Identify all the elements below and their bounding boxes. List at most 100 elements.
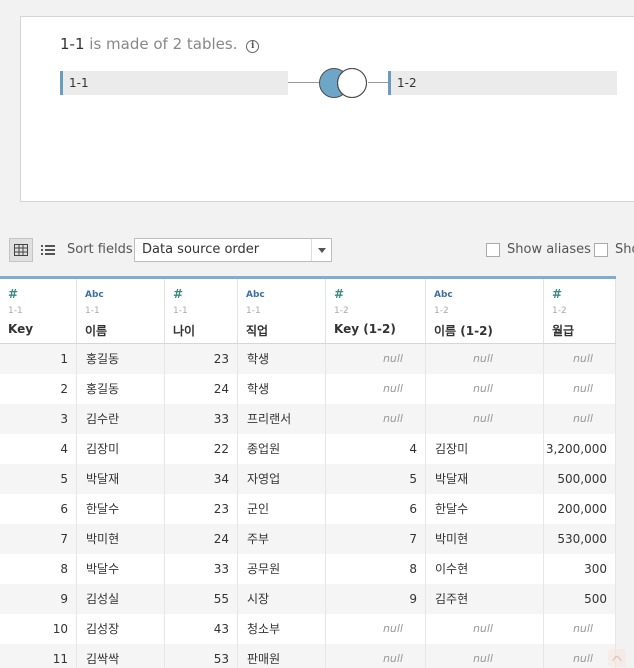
table-row: 2 홍길동 24 학생 null null null bbox=[0, 374, 616, 404]
table-row: 9 김성실 55 시장 9 김주현 500 bbox=[0, 584, 616, 614]
table-cell: 3 bbox=[0, 404, 77, 434]
table-cell: 6 bbox=[0, 494, 77, 524]
table-cell: 10 bbox=[0, 614, 77, 644]
table-cell: 박미현 bbox=[426, 524, 544, 554]
full-outer-join-icon[interactable] bbox=[318, 67, 368, 99]
table-cell: 5 bbox=[326, 464, 426, 494]
table-cell: 55 bbox=[165, 584, 238, 614]
table-cell: 김성장 bbox=[77, 614, 165, 644]
column-source: 1-2 bbox=[334, 306, 349, 316]
list-view-icon bbox=[41, 245, 55, 255]
column-source: 1-1 bbox=[246, 306, 261, 316]
table-cell: 24 bbox=[165, 374, 238, 404]
column-name: 직업 bbox=[246, 324, 269, 338]
table-cell: 11 bbox=[0, 644, 77, 668]
column-name: 이름 (1-2) bbox=[434, 324, 493, 338]
show-aliases-option[interactable]: Show aliases bbox=[486, 242, 591, 257]
table-cell: 300 bbox=[544, 554, 616, 584]
table-cell: null bbox=[326, 344, 426, 374]
table-cell: null bbox=[426, 374, 544, 404]
table-cell: 프리랜서 bbox=[238, 404, 326, 434]
table-cell: 530,000 bbox=[544, 524, 616, 554]
show-hidden-checkbox[interactable] bbox=[594, 242, 608, 257]
table-cell: 청소부 bbox=[238, 614, 326, 644]
column-header[interactable]: Abc 1-1 직업 bbox=[238, 279, 326, 343]
grid-view-button[interactable] bbox=[9, 238, 33, 262]
table-cell: 이수현 bbox=[426, 554, 544, 584]
table-cell: 3,200,000 bbox=[544, 434, 616, 464]
table-cell: 김수란 bbox=[77, 404, 165, 434]
grid-rows: 1 홍길동 23 학생 null null null 2 홍길동 24 학생 null null null… bbox=[0, 344, 616, 668]
table-cell: 43 bbox=[165, 614, 238, 644]
table-row: 4 김장미 22 종업원 4 김장미 3,200,000 bbox=[0, 434, 616, 464]
table-cell: 2 bbox=[0, 374, 77, 404]
table-cell: 판매원 bbox=[238, 644, 326, 668]
sort-fields-label: Sort fields bbox=[67, 242, 133, 257]
table-row: 11 김싹싹 53 판매원 null null null bbox=[0, 644, 616, 668]
list-view-button[interactable] bbox=[36, 238, 60, 262]
column-source: 1-2 bbox=[552, 306, 567, 316]
table-cell: null bbox=[426, 614, 544, 644]
column-name: 월급 bbox=[552, 324, 575, 338]
string-type-icon[interactable]: Abc bbox=[246, 290, 265, 300]
data-grid-toolbar: Sort fields Data source order Show alias… bbox=[0, 228, 634, 272]
number-type-icon[interactable]: # bbox=[173, 287, 183, 301]
column-header[interactable]: Abc 1-1 이름 bbox=[77, 279, 165, 343]
chevron-down-icon[interactable] bbox=[311, 239, 331, 261]
table-cell: 7 bbox=[326, 524, 426, 554]
watermark-icon bbox=[608, 649, 626, 667]
column-source: 1-1 bbox=[8, 306, 23, 316]
table-row: 7 박미현 24 주부 7 박미현 530,000 bbox=[0, 524, 616, 554]
table-cell: 박달재 bbox=[426, 464, 544, 494]
string-type-icon[interactable]: Abc bbox=[85, 290, 104, 300]
show-aliases-checkbox[interactable] bbox=[486, 242, 500, 257]
table-cell: 22 bbox=[165, 434, 238, 464]
table-cell: 9 bbox=[0, 584, 77, 614]
table-cell: 24 bbox=[165, 524, 238, 554]
info-icon[interactable]: i bbox=[246, 40, 260, 53]
grid-view-icon bbox=[14, 244, 28, 256]
column-name: Key bbox=[8, 322, 34, 336]
sort-fields-select[interactable]: Data source order bbox=[134, 238, 332, 262]
column-header[interactable]: #1-1 Key bbox=[0, 279, 77, 343]
table-cell: 박달재 bbox=[77, 464, 165, 494]
table-cell: 200,000 bbox=[544, 494, 616, 524]
table-row: 1 홍길동 23 학생 null null null bbox=[0, 344, 616, 374]
number-type-icon[interactable]: # bbox=[8, 287, 18, 301]
string-type-icon[interactable]: Abc bbox=[434, 290, 453, 300]
column-header[interactable]: Abc 1-2 이름 (1-2) bbox=[426, 279, 544, 343]
table-cell: null bbox=[544, 374, 616, 404]
grid-scroll-gutter[interactable] bbox=[616, 276, 634, 668]
number-type-icon[interactable]: # bbox=[552, 287, 562, 301]
table-cell: 23 bbox=[165, 344, 238, 374]
column-header[interactable]: #1-1 나이 bbox=[165, 279, 238, 343]
column-header[interactable]: #1-2 Key (1-2) bbox=[326, 279, 426, 343]
column-header[interactable]: #1-2 월급 bbox=[544, 279, 616, 343]
left-table-pill[interactable]: 1-1 bbox=[60, 71, 288, 95]
show-hidden-option[interactable]: Sho bbox=[594, 242, 634, 257]
table-cell: 6 bbox=[326, 494, 426, 524]
table-cell: 종업원 bbox=[238, 434, 326, 464]
column-name: 나이 bbox=[173, 324, 196, 338]
table-cell: 박미현 bbox=[77, 524, 165, 554]
table-row: 8 박달수 33 공무원 8 이수현 300 bbox=[0, 554, 616, 584]
table-cell: 김싹싹 bbox=[77, 644, 165, 668]
table-cell: 500 bbox=[544, 584, 616, 614]
sort-fields-value: Data source order bbox=[142, 242, 260, 257]
table-cell: 500,000 bbox=[544, 464, 616, 494]
right-table-pill[interactable]: 1-2 bbox=[388, 71, 617, 95]
table-cell: 학생 bbox=[238, 344, 326, 374]
column-source: 1-2 bbox=[434, 306, 449, 316]
table-cell: 5 bbox=[0, 464, 77, 494]
logical-table-name: 1-1 bbox=[60, 35, 85, 53]
table-cell: null bbox=[326, 374, 426, 404]
table-cell: 4 bbox=[0, 434, 77, 464]
table-cell: 김장미 bbox=[426, 434, 544, 464]
table-cell: 김주현 bbox=[426, 584, 544, 614]
table-row: 3 김수란 33 프리랜서 null null null bbox=[0, 404, 616, 434]
number-type-icon[interactable]: # bbox=[334, 287, 344, 301]
table-cell: 1 bbox=[0, 344, 77, 374]
table-row: 6 한달수 23 군인 6 한달수 200,000 bbox=[0, 494, 616, 524]
join-connector-right bbox=[368, 82, 388, 83]
table-cell: 한달수 bbox=[426, 494, 544, 524]
